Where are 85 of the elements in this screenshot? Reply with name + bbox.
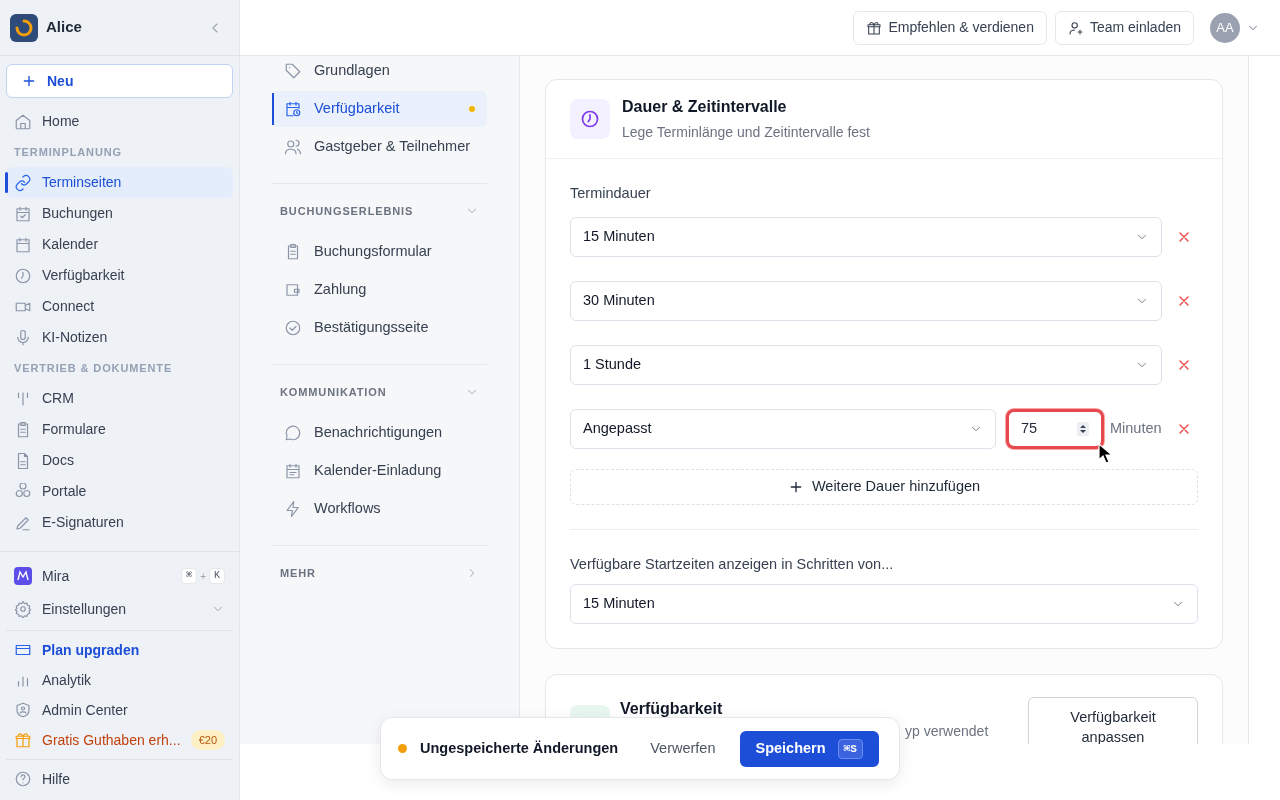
clock-icon — [580, 109, 600, 129]
plus-icon — [21, 73, 37, 89]
assistant-item[interactable]: Mira ⌘ + K — [6, 560, 233, 592]
calendar-icon — [284, 462, 302, 480]
sidebar-item[interactable]: Gratis Guthaben erh... €20 — [6, 725, 233, 755]
subnav-item[interactable]: Kalender-Einladung — [272, 453, 487, 489]
sidebar-item[interactable]: Buchungen — [6, 198, 233, 229]
clock-icon — [14, 266, 32, 285]
lightning-icon — [284, 500, 302, 518]
subnav-item[interactable]: Grundlagen — [272, 56, 487, 89]
card-subtitle: yp verwendet — [905, 722, 990, 739]
home-icon — [14, 112, 32, 131]
shortcut-hint: ⌘S — [837, 738, 863, 759]
settings-icon — [14, 600, 32, 618]
calendar-check-icon — [14, 204, 32, 223]
section-header[interactable]: KOMMUNIKATION — [272, 379, 487, 405]
sidebar-item[interactable]: Terminseiten — [6, 167, 233, 198]
invite-button[interactable]: Team einladen — [1054, 10, 1194, 45]
select-field[interactable]: Angepasst — [570, 408, 996, 449]
select-field[interactable]: 15 Minuten — [570, 216, 1162, 257]
mouse-cursor-icon — [1098, 442, 1114, 465]
subnav-item[interactable]: Bestätigungsseite — [272, 310, 487, 346]
discard-button[interactable]: Verwerfen — [650, 737, 716, 760]
settings-item[interactable]: Einstellungen — [6, 592, 233, 626]
key-cap: ⌘ — [181, 568, 198, 584]
adjust-availability-button[interactable]: Verfügbarkeit anpassen — [1028, 696, 1198, 744]
subnav-item[interactable]: Workflows — [272, 491, 487, 527]
sidebar-item[interactable]: Hilfe — [6, 764, 233, 794]
sidebar-item[interactable]: Docs — [6, 445, 233, 476]
select-field[interactable]: 15 Minuten — [570, 583, 1198, 624]
subnav-item[interactable]: Verfügbarkeit — [272, 91, 487, 127]
sidebar-item[interactable]: KI-Notizen — [6, 322, 233, 353]
card-subtitle: Lege Terminlänge und Zeitintervalle fest — [622, 123, 870, 142]
sidebar-item[interactable]: Analytik — [6, 665, 233, 695]
calendar-icon — [14, 235, 32, 254]
sidebar-item[interactable]: Plan upgraden — [6, 635, 233, 665]
sidebar-item[interactable]: Home — [6, 106, 233, 137]
help-icon — [14, 770, 32, 788]
sidebar-item[interactable]: Formulare — [6, 414, 233, 445]
app-logo-icon — [10, 13, 38, 42]
sidebar-item[interactable]: Connect — [6, 291, 233, 322]
unsaved-message: Ungespeicherte Änderungen — [420, 738, 619, 758]
gift-icon — [14, 731, 32, 749]
add-duration-button[interactable]: Weitere Dauer hinzufügen — [570, 468, 1198, 505]
section-label: TERMINPLANUNG — [13, 144, 123, 160]
subnav-item[interactable]: Benachrichtigungen — [272, 415, 487, 451]
new-button[interactable]: Neu — [6, 64, 233, 98]
tag-icon — [284, 62, 302, 80]
credit-badge: €20 — [190, 729, 225, 751]
section-header[interactable]: BUCHUNGSERLEBNIS — [272, 198, 487, 224]
section-header[interactable]: MEHR — [272, 560, 487, 586]
chat-bubble-icon — [284, 424, 302, 442]
card-title: Verfügbarkeit — [620, 698, 724, 719]
subnav-item[interactable]: Buchungsformular — [272, 234, 487, 270]
select-field[interactable]: 1 Stunde — [570, 344, 1162, 385]
sidebar-item[interactable]: Portale — [6, 476, 233, 507]
select-field[interactable]: 30 Minuten — [570, 280, 1162, 321]
sidebar-item[interactable]: Admin Center — [6, 695, 233, 725]
referral-button[interactable]: Empfehlen & verdienen — [853, 10, 1047, 45]
link-icon — [14, 173, 32, 192]
field-label: Termindauer — [570, 184, 652, 203]
subnav-item[interactable]: Gastgeber & Teilnehmer — [272, 129, 487, 165]
gift-icon — [866, 19, 883, 36]
save-button[interactable]: Speichern ⌘S — [739, 730, 879, 767]
field-label: Verfügbare Startzeiten anzeigen in Schritten von... — [570, 554, 895, 574]
sidebar-item[interactable]: Verfügbarkeit — [6, 260, 233, 291]
users-icon — [284, 138, 302, 156]
unit-label: Minuten — [1110, 418, 1162, 438]
sidebar-item[interactable]: E-Signaturen — [6, 507, 233, 538]
plus-sign: + — [200, 569, 206, 584]
card-title: Dauer & Zeitintervalle — [622, 97, 788, 117]
sidebar-item[interactable]: Kalender — [6, 229, 233, 260]
user-plus-icon — [1067, 19, 1084, 36]
sidebar-item[interactable]: CRM — [6, 383, 233, 414]
assistant-logo-icon — [14, 567, 32, 585]
stepper-icon[interactable] — [1077, 421, 1089, 436]
subnav-item[interactable]: Zahlung — [272, 272, 487, 308]
section-label: VERTRIEB & DOKUMENTE — [13, 360, 174, 376]
number-field[interactable]: 75 — [1006, 408, 1104, 449]
key-cap: K — [209, 568, 225, 584]
workspace-name[interactable]: Alice — [46, 16, 199, 39]
shield-user-icon — [14, 701, 32, 719]
microphone-icon — [14, 328, 32, 347]
calendar-clock-icon — [284, 100, 302, 118]
wallet-icon — [284, 281, 302, 299]
